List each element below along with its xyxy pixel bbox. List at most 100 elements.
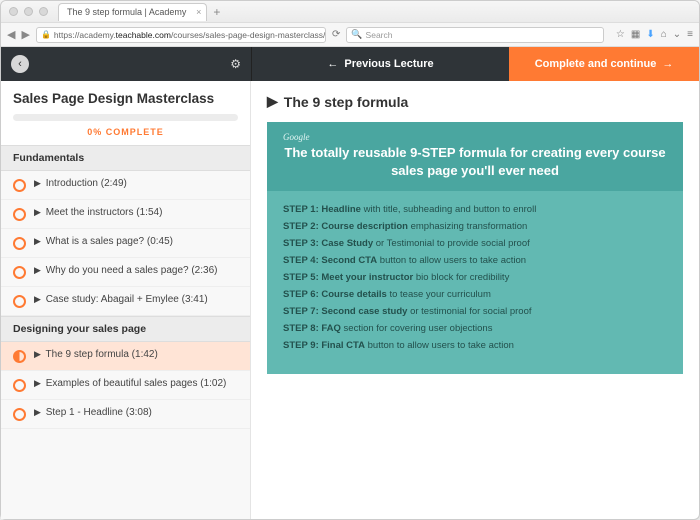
arrow-left-icon: ← (327, 58, 338, 70)
slide-step: STEP 4: Second CTA button to allow users… (283, 252, 667, 269)
previous-lecture-button[interactable]: ← Previous Lecture (251, 47, 509, 81)
play-icon: ▶ (34, 207, 41, 217)
sidebar-item[interactable]: ▶ Meet the instructors (1:54) (1, 200, 250, 229)
progress-ring-icon (13, 350, 26, 363)
new-tab-icon[interactable]: + (213, 5, 220, 19)
menu-icon[interactable]: ≡ (687, 29, 693, 40)
min-dot[interactable] (24, 7, 33, 16)
sidebar-item[interactable]: ▶ Case study: Abagail + Emylee (3:41) (1, 287, 250, 316)
sections-list: Fundamentals ▶ Introduction (2:49) ▶ Meet … (1, 145, 250, 429)
window-controls (9, 7, 48, 16)
slide-step: STEP 5: Meet your instructor bio block f… (283, 269, 667, 286)
url-prefix: https://academy. (54, 30, 116, 40)
progress-ring-icon (13, 379, 26, 392)
course-header: Sales Page Design Masterclass 0% COMPLET… (1, 81, 250, 145)
section-items: ▶ The 9 step formula (1:42) ▶ Examples of… (1, 342, 250, 429)
url-domain: teachable.com (116, 30, 171, 40)
tab-title: The 9 step formula | Academy (67, 7, 186, 17)
slide-step: STEP 7: Second case study or testimonial… (283, 303, 667, 320)
slide-step: STEP 1: Headline with title, subheading … (283, 201, 667, 218)
app-toolbar: ‹ ⚙ ← Previous Lecture Complete and cont… (1, 47, 699, 81)
sidebar-item-label: ▶ Why do you need a sales page? (2:36) (34, 265, 217, 276)
back-button[interactable]: ‹ (11, 55, 29, 73)
sidebar-item-label: ▶ Meet the instructors (1:54) (34, 207, 162, 218)
section-header[interactable]: Designing your sales page (1, 316, 250, 342)
sidebar-item[interactable]: ▶ Introduction (2:49) (1, 171, 250, 200)
sidebar-item-label: ▶ Examples of beautiful sales pages (1:0… (34, 378, 226, 389)
slide-step: STEP 6: Course details to tease your cur… (283, 286, 667, 303)
grid-icon[interactable]: ▦ (631, 29, 640, 40)
progress-ring-icon (13, 266, 26, 279)
close-tab-icon[interactable]: × (196, 7, 201, 17)
url-field[interactable]: 🔒 https://academy.teachable.com/courses/… (36, 27, 326, 43)
sidebar-item-label: ▶ Introduction (2:49) (34, 178, 127, 189)
play-icon: ▶ (34, 265, 41, 275)
progress-ring-icon (13, 237, 26, 250)
sidebar-item[interactable]: ▶ What is a sales page? (0:45) (1, 229, 250, 258)
url-path: /courses/sales-page-design-masterclass/l… (171, 30, 326, 40)
lecture-title: The 9 step formula (284, 94, 408, 110)
toolbar-icons: ☆ ▦ ⬇ ⌂ ⌄ ≡ (616, 29, 693, 40)
prev-label: Previous Lecture (344, 58, 433, 70)
search-icon: 🔍 (351, 29, 362, 40)
slide-step: STEP 9: Final CTA button to allow users … (283, 337, 667, 354)
toolbar-left: ‹ ⚙ (1, 47, 251, 81)
slide-tag: Google (283, 132, 667, 142)
close-dot[interactable] (9, 7, 18, 16)
slide-step: STEP 8: FAQ section for covering user ob… (283, 320, 667, 337)
sidebar-item[interactable]: ▶ Examples of beautiful sales pages (1:0… (1, 371, 250, 400)
sidebar-item-label: ▶ Case study: Abagail + Emylee (3:41) (34, 294, 208, 305)
sidebar-item-label: ▶ The 9 step formula (1:42) (34, 349, 158, 360)
play-icon: ▶ (34, 178, 41, 188)
slide-title: The totally reusable 9-STEP formula for … (283, 144, 667, 179)
play-icon: ▶ (34, 378, 41, 388)
section-header[interactable]: Fundamentals (1, 145, 250, 171)
lock-icon: 🔒 (41, 30, 51, 39)
progress-ring-icon (13, 179, 26, 192)
sidebar-item[interactable]: ▶ The 9 step formula (1:42) (1, 342, 250, 371)
sidebar-item[interactable]: ▶ Step 1 - Headline (3:08) (1, 400, 250, 429)
progress-ring-icon (13, 295, 26, 308)
play-icon: ▶ (34, 349, 41, 359)
star-icon[interactable]: ☆ (616, 29, 625, 40)
play-icon: ▶ (267, 93, 278, 110)
download-icon[interactable]: ⬇ (646, 29, 654, 40)
slide-steps: STEP 1: Headline with title, subheading … (267, 191, 683, 364)
gear-icon[interactable]: ⚙ (230, 57, 241, 71)
play-icon: ▶ (34, 294, 41, 304)
max-dot[interactable] (39, 7, 48, 16)
sidebar: Sales Page Design Masterclass 0% COMPLET… (1, 81, 251, 519)
search-placeholder: Search (366, 30, 393, 40)
complete-continue-button[interactable]: Complete and continue → (509, 47, 699, 81)
progress-bar (13, 114, 238, 121)
reload-icon[interactable]: ⟳ (332, 29, 340, 40)
content-area: ▶ The 9 step formula Google The totally … (251, 81, 699, 519)
home-icon[interactable]: ⌂ (661, 29, 667, 40)
browser-tab[interactable]: The 9 step formula | Academy × (58, 3, 207, 21)
course-title: Sales Page Design Masterclass (13, 91, 238, 106)
sidebar-item-label: ▶ Step 1 - Headline (3:08) (34, 407, 152, 418)
arrow-right-icon: → (662, 58, 673, 70)
play-icon: ▶ (34, 407, 41, 417)
slide-header: Google The totally reusable 9-STEP formu… (267, 122, 683, 191)
progress-ring-icon (13, 408, 26, 421)
sidebar-item-label: ▶ What is a sales page? (0:45) (34, 236, 173, 247)
main-area: Sales Page Design Masterclass 0% COMPLET… (1, 81, 699, 519)
browser-titlebar: The 9 step formula | Academy × + (1, 1, 699, 23)
slide: Google The totally reusable 9-STEP formu… (267, 122, 683, 374)
progress-ring-icon (13, 208, 26, 221)
back-icon[interactable]: ◀ (7, 28, 15, 41)
browser-search-field[interactable]: 🔍 Search (346, 27, 604, 43)
address-bar-row: ◀ ▶ 🔒 https://academy.teachable.com/cour… (1, 23, 699, 47)
complete-label: Complete and continue (535, 58, 657, 70)
lecture-title-row: ▶ The 9 step formula (267, 93, 683, 110)
progress-label: 0% COMPLETE (13, 127, 238, 137)
slide-step: STEP 2: Course description emphasizing t… (283, 218, 667, 235)
slide-step: STEP 3: Case Study or Testimonial to pro… (283, 235, 667, 252)
browser-window: The 9 step formula | Academy × + ◀ ▶ 🔒 h… (0, 0, 700, 520)
play-icon: ▶ (34, 236, 41, 246)
forward-icon[interactable]: ▶ (21, 28, 29, 41)
pocket-icon[interactable]: ⌄ (673, 29, 681, 40)
sidebar-item[interactable]: ▶ Why do you need a sales page? (2:36) (1, 258, 250, 287)
section-items: ▶ Introduction (2:49) ▶ Meet the instruct… (1, 171, 250, 316)
